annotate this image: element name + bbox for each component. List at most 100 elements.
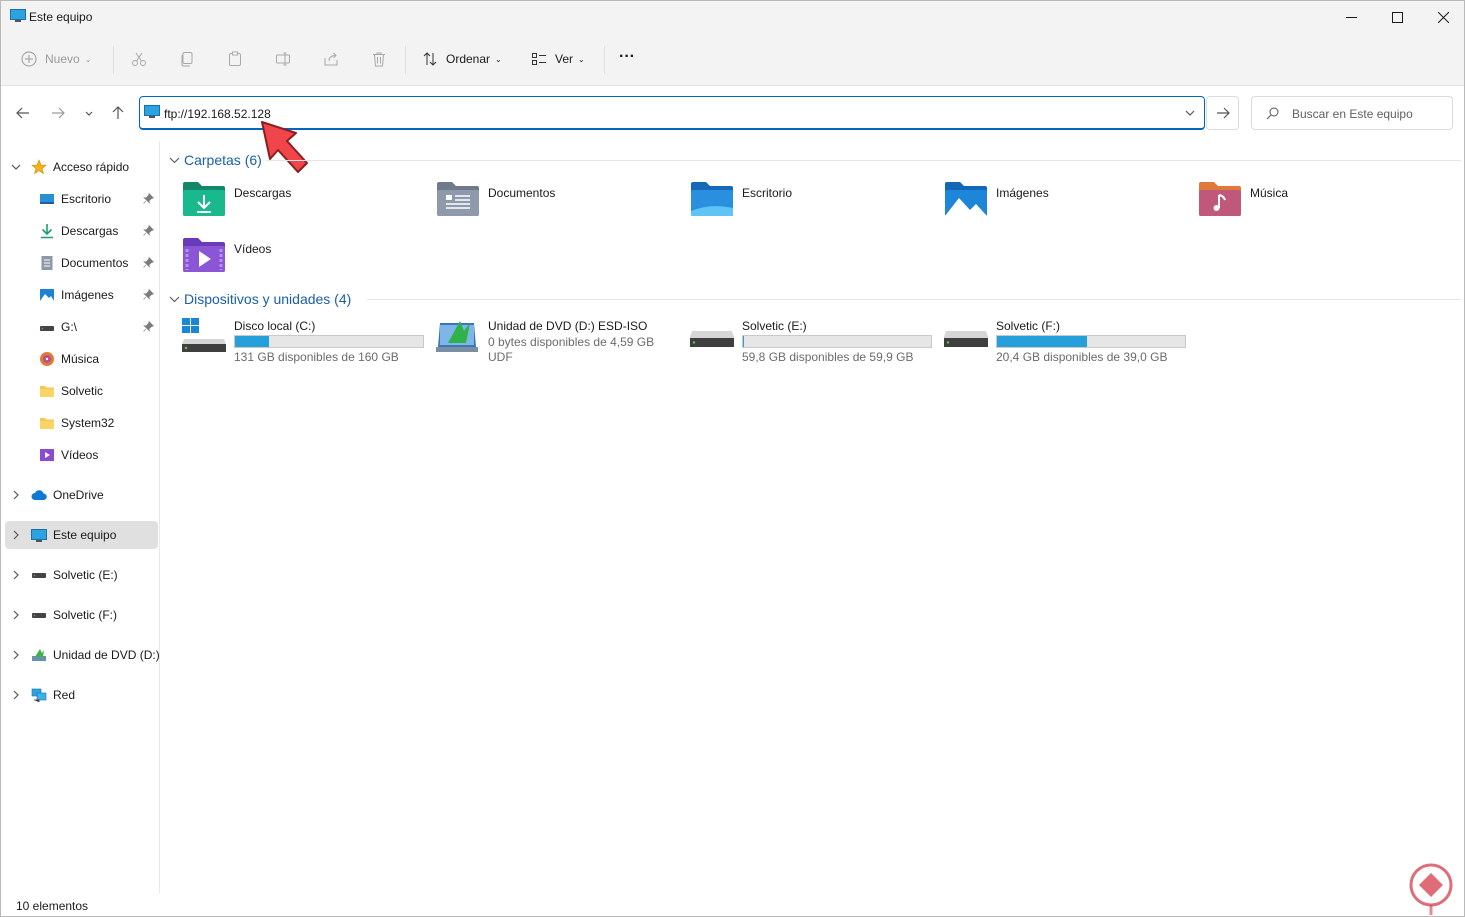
view-label: Ver: [555, 52, 574, 66]
sidebar-item-este-equipo[interactable]: Este equipo: [5, 521, 158, 549]
sidebar-item-red[interactable]: Red: [5, 681, 158, 709]
up-button[interactable]: [108, 103, 128, 123]
paste-button[interactable]: [227, 47, 243, 71]
chevron-down-icon[interactable]: [1184, 107, 1196, 119]
sidebar-item-solvetic-e[interactable]: Solvetic (E:): [5, 561, 158, 589]
sidebar-item-descargas[interactable]: Descargas: [5, 217, 158, 245]
search-input[interactable]: Buscar en Este equipo: [1251, 96, 1453, 130]
new-button[interactable]: Nuevo ⌄: [21, 47, 91, 71]
more-icon: ···: [619, 48, 635, 65]
clipboard-icon: [229, 51, 241, 66]
chevron-down-icon[interactable]: [11, 162, 21, 172]
solvetic-logo-icon: [1409, 863, 1453, 915]
chevron-down-icon: ⌄: [578, 54, 585, 64]
video-icon: [40, 449, 54, 461]
more-options-button[interactable]: ···: [619, 45, 635, 69]
chevron-down-icon: [169, 296, 180, 302]
device-solvetic-f[interactable]: Solvetic (F:) 20,4 GB disponibles de 39,…: [944, 317, 1194, 369]
sidebar-item-label: Red: [53, 688, 76, 702]
device-solvetic-e[interactable]: Solvetic (E:) 59,8 GB disponibles de 59,…: [690, 317, 940, 369]
address-input[interactable]: ftp://192.168.52.128: [164, 107, 271, 121]
device-free-space: 59,8 GB disponibles de 59,9 GB: [742, 350, 914, 364]
toolbar-divider: [113, 46, 114, 74]
sidebar-item-videos[interactable]: Vídeos: [5, 441, 158, 469]
dvd-icon: [32, 649, 46, 661]
sort-button[interactable]: Ordenar ⌄: [422, 47, 502, 71]
back-button[interactable]: [13, 103, 33, 123]
chevron-right-icon[interactable]: [11, 690, 21, 700]
sidebar-item-escritorio[interactable]: Escritorio: [5, 185, 158, 213]
sidebar-item-documentos[interactable]: Documentos: [5, 249, 158, 277]
device-label: Unidad de DVD (D:) ESD-ISO: [488, 319, 648, 333]
device-usage-fill: [235, 336, 269, 347]
sort-label: Ordenar: [446, 52, 491, 66]
sidebar-item-label: Solvetic (F:): [53, 608, 118, 622]
drive-icon: [32, 613, 46, 618]
folder-icon: [40, 386, 54, 397]
chevron-right-icon[interactable]: [11, 490, 21, 500]
search-placeholder: Buscar en Este equipo: [1292, 107, 1413, 121]
chevron-right-icon[interactable]: [11, 570, 21, 580]
chevron-right-icon[interactable]: [11, 650, 21, 660]
folder-descargas[interactable]: Descargas: [182, 181, 422, 225]
go-button[interactable]: [1206, 96, 1239, 130]
folder-escritorio[interactable]: Escritorio: [690, 181, 930, 225]
view-button[interactable]: Ver ⌄: [531, 47, 585, 71]
new-label: Nuevo: [45, 52, 80, 66]
search-icon: [1266, 107, 1279, 120]
sidebar-item-onedrive[interactable]: OneDrive: [5, 481, 158, 509]
videos-folder-icon: [183, 238, 225, 272]
folder-imagenes[interactable]: Imágenes: [944, 181, 1184, 225]
chevron-right-icon[interactable]: [11, 530, 21, 540]
network-icon: [31, 688, 47, 702]
command-bar: Nuevo ⌄ Ordenar ⌄ Ver ⌄ ···: [1, 33, 1464, 86]
close-icon: [1437, 11, 1449, 23]
sidebar-item-g-drive[interactable]: G:\: [5, 313, 158, 341]
cloud-icon: [31, 490, 47, 500]
sidebar-item-label: Acceso rápido: [53, 160, 130, 174]
sidebar-item-solvetic[interactable]: Solvetic: [5, 377, 158, 405]
pin-icon: [143, 257, 154, 268]
maximize-icon: [1391, 11, 1403, 23]
item-count: 10 elementos: [16, 899, 89, 913]
rename-button[interactable]: [275, 47, 291, 71]
star-icon: [31, 159, 47, 175]
sidebar-item-label: Documentos: [61, 256, 129, 270]
recent-locations-button[interactable]: [79, 103, 99, 123]
folders-group-header[interactable]: Carpetas (6): [169, 150, 262, 170]
chevron-right-icon[interactable]: [11, 610, 21, 620]
cut-button[interactable]: [131, 47, 147, 71]
devices-group-header[interactable]: Dispositivos y unidades (4): [169, 289, 351, 309]
folder-videos[interactable]: Vídeos: [182, 237, 422, 281]
sidebar-item-label: System32: [61, 416, 115, 430]
minimize-icon: [1345, 16, 1357, 18]
address-row: ftp://192.168.52.128 Buscar en Este equi…: [1, 86, 1464, 141]
sidebar-item-label: Música: [61, 352, 100, 366]
maximize-button[interactable]: [1374, 1, 1420, 33]
copy-button[interactable]: [179, 47, 195, 71]
window-title: Este equipo: [29, 10, 93, 24]
chevron-down-icon: ⌄: [84, 54, 92, 64]
copy-icon: [181, 52, 193, 67]
sidebar-item-label: G:\: [61, 320, 78, 334]
view-list-icon: [532, 53, 546, 65]
device-dvd-d[interactable]: Unidad de DVD (D:) ESD-ISO 0 bytes dispo…: [436, 317, 686, 369]
close-button[interactable]: [1420, 1, 1464, 33]
forward-button[interactable]: [48, 103, 68, 123]
sidebar-item-system32[interactable]: System32: [5, 409, 158, 437]
share-button[interactable]: [323, 47, 339, 71]
sidebar-item-imagenes[interactable]: Imágenes: [5, 281, 158, 309]
sidebar-item-dvd[interactable]: Unidad de DVD (D:): [5, 641, 160, 669]
drive-icon: [40, 326, 54, 331]
minimize-button[interactable]: [1328, 1, 1374, 33]
sidebar-item-label: Solvetic (E:): [53, 568, 118, 582]
device-disco-local-c[interactable]: Disco local (C:) 131 GB disponibles de 1…: [182, 317, 432, 369]
sidebar-item-musica[interactable]: Música: [5, 345, 158, 373]
sidebar-item-quick-access[interactable]: Acceso rápido: [5, 153, 158, 181]
folder-documentos[interactable]: Documentos: [436, 181, 676, 225]
folder-musica[interactable]: Música: [1198, 181, 1438, 225]
sidebar-item-label: Solvetic: [61, 384, 104, 398]
delete-button[interactable]: [371, 47, 387, 71]
title-bar: Este equipo: [1, 1, 1464, 33]
sidebar-item-solvetic-f[interactable]: Solvetic (F:): [5, 601, 158, 629]
